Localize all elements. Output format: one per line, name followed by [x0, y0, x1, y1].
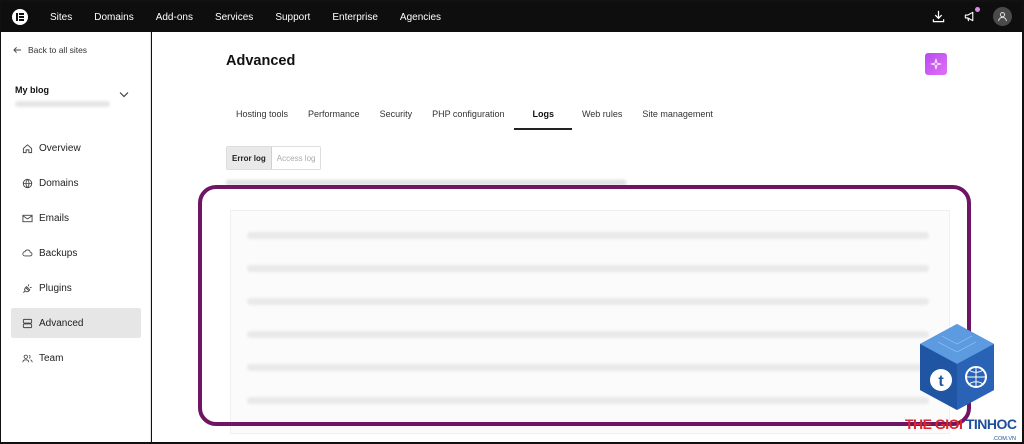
user-avatar-icon[interactable] [993, 7, 1012, 26]
sidebar-item-backups[interactable]: Backups [11, 238, 141, 268]
tab-php-configuration[interactable]: PHP configuration [422, 102, 514, 130]
sidebar-item-label: Backups [39, 247, 78, 259]
users-icon [22, 353, 33, 364]
back-link-label: Back to all sites [28, 45, 88, 55]
site-selector[interactable]: My blog [15, 85, 137, 107]
log-row-blurred [247, 331, 929, 338]
megaphone-icon[interactable] [961, 6, 980, 26]
sparkle-icon [930, 58, 942, 70]
mail-icon [22, 213, 33, 224]
sidebar: Back to all sites My blog Overview Domai… [1, 32, 151, 442]
nav-agencies[interactable]: Agencies [400, 12, 441, 23]
watermark-brand: THE GIOI TINHOC [905, 416, 1017, 432]
plug-icon [22, 283, 33, 294]
nav-add-ons[interactable]: Add-ons [156, 12, 193, 23]
page-title: Advanced [226, 53, 296, 69]
sidebar-item-advanced[interactable]: Advanced [11, 308, 141, 338]
log-row-blurred [247, 232, 929, 239]
svg-text:t: t [938, 373, 944, 390]
watermark-cube-logo: t [920, 324, 994, 410]
site-url-blurred [15, 101, 110, 107]
nav-support[interactable]: Support [275, 12, 310, 23]
server-icon [22, 318, 33, 329]
log-row-blurred [247, 265, 929, 272]
nav-sites[interactable]: Sites [50, 12, 72, 23]
tab-hosting-tools[interactable]: Hosting tools [226, 102, 298, 130]
log-row-blurred [247, 298, 929, 305]
sidebar-menu: Overview Domains Emails Backups Plugins … [11, 133, 141, 378]
sidebar-item-emails[interactable]: Emails [11, 203, 141, 233]
ai-assistant-button[interactable] [925, 53, 947, 75]
log-row-blurred [247, 364, 929, 371]
watermark-domain: .COM.VN [992, 436, 1016, 442]
chevron-down-icon [119, 92, 129, 98]
arrow-left-icon [13, 46, 22, 54]
download-icon[interactable] [929, 8, 947, 26]
log-description-blurred [226, 180, 626, 185]
nav-services[interactable]: Services [215, 12, 253, 23]
tab-performance[interactable]: Performance [298, 102, 370, 130]
sidebar-item-domains[interactable]: Domains [11, 168, 141, 198]
tab-logs[interactable]: Logs [514, 102, 572, 130]
back-to-sites-link[interactable]: Back to all sites [13, 45, 87, 55]
watermark-brand-blue: TINHOC [965, 416, 1017, 432]
sidebar-item-label: Plugins [39, 282, 72, 294]
sidebar-item-overview[interactable]: Overview [11, 133, 141, 163]
home-icon [22, 143, 33, 154]
nav-enterprise[interactable]: Enterprise [332, 12, 378, 23]
app-frame: Sites Domains Add-ons Services Support E… [0, 0, 1024, 444]
tab-web-rules[interactable]: Web rules [572, 102, 632, 130]
globe-icon [22, 178, 33, 189]
elementor-logo-icon[interactable] [12, 9, 28, 25]
sidebar-item-plugins[interactable]: Plugins [11, 273, 141, 303]
sidebar-item-label: Emails [39, 212, 70, 224]
cloud-icon [22, 248, 33, 259]
tab-site-management[interactable]: Site management [632, 102, 723, 130]
thegioitinhoc-watermark: t THE GIOI TINHOC .COM.VN [905, 322, 1020, 442]
sidebar-item-label: Team [39, 352, 64, 364]
sidebar-item-label: Domains [39, 177, 79, 189]
tab-security[interactable]: Security [370, 102, 423, 130]
error-log-button[interactable]: Error log [227, 147, 272, 169]
notification-dot [975, 6, 980, 12]
log-viewer[interactable] [230, 210, 950, 434]
watermark-brand-red: THE GIOI [905, 416, 966, 432]
sidebar-item-team[interactable]: Team [11, 343, 141, 373]
main-content: Advanced Hosting tools Performance Secur… [152, 32, 1022, 442]
access-log-button[interactable]: Access log [271, 147, 321, 169]
top-navbar: Sites Domains Add-ons Services Support E… [1, 2, 1022, 32]
sidebar-item-label: Overview [39, 142, 81, 154]
log-row-blurred [247, 397, 929, 404]
sidebar-item-label: Advanced [39, 317, 84, 329]
advanced-tabs: Hosting tools Performance Security PHP c… [226, 102, 723, 130]
nav-domains[interactable]: Domains [94, 12, 133, 23]
log-type-toggle: Error log Access log [226, 146, 322, 170]
